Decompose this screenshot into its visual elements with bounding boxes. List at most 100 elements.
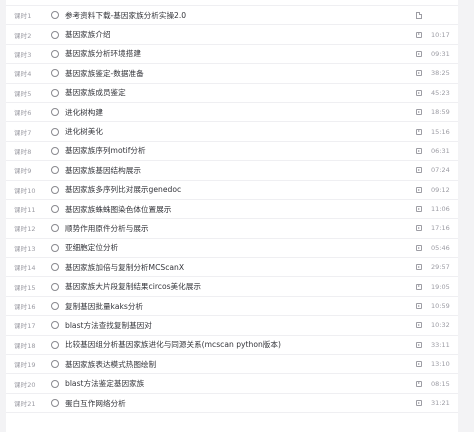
lesson-number: 课时13 bbox=[14, 244, 36, 253]
status-circle-icon bbox=[51, 282, 59, 291]
lesson-title[interactable]: 基因家族蛛蛛图染色体位置展示 bbox=[65, 204, 416, 215]
lesson-title[interactable]: 基因家族基因结构展示 bbox=[65, 165, 416, 176]
status-circle-icon bbox=[51, 30, 59, 39]
lesson-row[interactable]: 课时2 基因家族介绍 10:17 bbox=[6, 25, 458, 45]
lesson-title[interactable]: 基因家族介绍 bbox=[65, 29, 416, 40]
lesson-title[interactable]: 基因家族大片段复制结果circos美化展示 bbox=[65, 281, 416, 292]
video-icon bbox=[416, 341, 422, 348]
lesson-title[interactable]: 基因家族多序列比对展示genedoc bbox=[65, 184, 416, 195]
lesson-number: 课时3 bbox=[14, 50, 32, 59]
lesson-row[interactable]: 课时5 基因家族成员鉴定 45:23 bbox=[6, 84, 458, 103]
lesson-number: 课时19 bbox=[14, 361, 36, 370]
lesson-title[interactable]: 基因家族序列motif分析 bbox=[65, 145, 416, 156]
video-icon bbox=[416, 225, 422, 232]
lesson-row[interactable]: 课时9 基因家族基因结构展示 07:24 bbox=[6, 161, 458, 181]
lesson-duration: 31:21 bbox=[431, 399, 450, 407]
lesson-title[interactable]: 顺势作用原件分析与展示 bbox=[65, 223, 416, 234]
lesson-row[interactable]: 课时11 基因家族蛛蛛图染色体位置展示 11:06 bbox=[6, 200, 458, 220]
scrollbar[interactable] bbox=[469, 0, 472, 422]
video-icon bbox=[416, 303, 422, 310]
lesson-number: 课时21 bbox=[14, 400, 36, 408]
lesson-title[interactable]: 蛋白互作网络分析 bbox=[65, 398, 416, 409]
lesson-row[interactable]: 课时15 基因家族大片段复制结果circos美化展示 19:05 bbox=[6, 277, 458, 297]
lesson-title[interactable]: 基因家族成员鉴定 bbox=[65, 87, 416, 98]
lesson-row[interactable]: 课时14 基因家族加倍与复制分析MCScanX 29:57 bbox=[6, 258, 458, 278]
lesson-row[interactable]: 课时13 亚细胞定位分析 05:46 bbox=[6, 239, 458, 259]
lesson-duration: 09:31 bbox=[431, 49, 450, 58]
lesson-number: 课时15 bbox=[14, 283, 36, 292]
lesson-row[interactable]: 课时6 进化树构建 18:59 bbox=[6, 103, 458, 123]
status-circle-icon bbox=[51, 340, 59, 349]
status-circle-icon bbox=[51, 146, 59, 155]
lesson-number: 课时2 bbox=[14, 31, 32, 40]
video-icon bbox=[416, 264, 422, 271]
lesson-duration: 38:25 bbox=[431, 69, 450, 78]
lesson-title[interactable]: 比较基因组分析基因家族进化与同源关系(mcscan python版本) bbox=[65, 339, 416, 350]
lesson-row[interactable]: 课时20 blast方法鉴定基因家族 08:15 bbox=[6, 374, 458, 394]
status-circle-icon bbox=[51, 166, 59, 175]
lesson-row[interactable]: 课时19 基因家族表达模式热图绘制 13:10 bbox=[6, 355, 458, 375]
lesson-row[interactable]: 课时17 blast方法查找复制基因对 10:32 bbox=[6, 316, 458, 336]
lesson-title[interactable]: 参考资料下载-基因家族分析实操2.0 bbox=[65, 10, 416, 21]
lesson-number: 课时1 bbox=[14, 12, 32, 21]
lesson-row[interactable]: 课时1 参考资料下载-基因家族分析实操2.0 bbox=[6, 6, 458, 26]
lesson-number: 课时20 bbox=[14, 380, 36, 389]
lesson-title[interactable]: blast方法查找复制基因对 bbox=[65, 320, 416, 331]
lesson-row[interactable]: 课时21 蛋白互作网络分析 31:21 bbox=[6, 394, 458, 414]
lesson-title[interactable]: 基因家族分析环境搭建 bbox=[65, 48, 416, 59]
lesson-row[interactable]: 课时18 比较基因组分析基因家族进化与同源关系(mcscan python版本) 3… bbox=[6, 336, 458, 356]
video-icon bbox=[416, 70, 422, 77]
status-circle-icon bbox=[51, 379, 59, 388]
status-circle-icon bbox=[51, 69, 59, 78]
lesson-duration: 18:59 bbox=[431, 108, 450, 117]
lesson-row[interactable]: 课时10 基因家族多序列比对展示genedoc 09:12 bbox=[6, 181, 458, 200]
lesson-title[interactable]: 基因家族表达模式热图绘制 bbox=[65, 359, 416, 370]
video-icon bbox=[416, 322, 422, 329]
lesson-number: 课时11 bbox=[14, 206, 36, 215]
video-icon bbox=[416, 400, 422, 406]
lesson-duration: 45:23 bbox=[431, 88, 450, 97]
lesson-duration: 11:06 bbox=[431, 205, 450, 214]
lesson-row[interactable]: 课时7 进化树美化 15:16 bbox=[6, 122, 458, 142]
lesson-title[interactable]: 基因家族加倍与复制分析MCScanX bbox=[65, 262, 416, 273]
lesson-row[interactable]: 课时12 顺势作用原件分析与展示 17:16 bbox=[6, 219, 458, 239]
status-circle-icon bbox=[51, 108, 59, 117]
lesson-duration: 08:15 bbox=[431, 379, 450, 388]
status-circle-icon bbox=[51, 11, 59, 20]
lesson-title[interactable]: blast方法鉴定基因家族 bbox=[65, 378, 416, 389]
lesson-title[interactable]: 进化树美化 bbox=[65, 126, 416, 137]
lesson-number: 课时5 bbox=[14, 89, 32, 98]
video-icon bbox=[416, 89, 422, 96]
lesson-title[interactable]: 基因家族鉴定-数据准备 bbox=[65, 68, 416, 79]
lesson-number: 课时16 bbox=[14, 303, 36, 312]
video-icon bbox=[416, 283, 422, 290]
lesson-number: 课时14 bbox=[14, 264, 36, 273]
lesson-duration: 07:24 bbox=[431, 166, 450, 175]
lesson-duration: 19:05 bbox=[431, 282, 450, 291]
video-icon bbox=[416, 380, 422, 387]
lesson-duration: 29:57 bbox=[431, 263, 450, 272]
lesson-row[interactable]: 课时3 基因家族分析环境搭建 09:31 bbox=[6, 45, 458, 65]
lesson-number: 课时7 bbox=[14, 128, 32, 137]
video-icon bbox=[416, 361, 422, 368]
status-circle-icon bbox=[51, 399, 59, 407]
status-circle-icon bbox=[51, 302, 59, 311]
lesson-title[interactable]: 亚细胞定位分析 bbox=[65, 242, 416, 253]
lesson-title[interactable]: 进化树构建 bbox=[65, 107, 416, 118]
lesson-row[interactable]: 课时4 基因家族鉴定-数据准备 38:25 bbox=[6, 64, 458, 84]
lesson-duration: 10:59 bbox=[431, 302, 450, 311]
lesson-list: 课时1 参考资料下载-基因家族分析实操2.0 课时2 基因家族介绍 10:17 课时3 基因… bbox=[6, 0, 458, 432]
lesson-row[interactable]: 课时8 基因家族序列motif分析 06:31 bbox=[6, 142, 458, 162]
lesson-number: 课时18 bbox=[14, 341, 36, 350]
lesson-number: 课时17 bbox=[14, 322, 36, 331]
lesson-duration: 06:31 bbox=[431, 146, 450, 155]
lesson-number: 课时9 bbox=[14, 167, 32, 176]
lesson-number: 课时6 bbox=[14, 109, 32, 118]
status-circle-icon bbox=[51, 205, 59, 214]
video-icon bbox=[416, 50, 422, 57]
lesson-number: 课时8 bbox=[14, 147, 32, 156]
lesson-row[interactable]: 课时16 复制基因批量kaks分析 10:59 bbox=[6, 297, 458, 317]
video-icon bbox=[416, 109, 422, 116]
lesson-title[interactable]: 复制基因批量kaks分析 bbox=[65, 301, 416, 312]
status-circle-icon bbox=[51, 263, 59, 272]
